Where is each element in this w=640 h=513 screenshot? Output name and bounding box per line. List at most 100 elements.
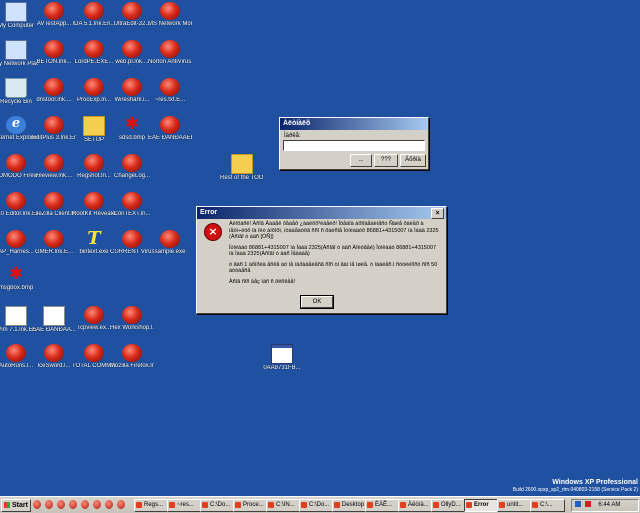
error-paragraph-1: Àëîõàñê! Àñîã Âàäåê ðåäåð ¿àáëõð³ëäåëõ! … [229, 221, 439, 240]
quicklaunch-icon-4[interactable] [69, 500, 77, 509]
desktop-icon-network-monitor[interactable]: MS Network Monitor 3.... [148, 2, 192, 28]
input-dialog: Àëòíàëõ Ìàðêå: ... ??? Àõðìà [279, 117, 429, 170]
desktop-icon-rest-of-tools[interactable]: Rest of the TOOLS [220, 154, 264, 182]
cancel-button[interactable]: Àõðìà [400, 154, 426, 167]
bug-icon [6, 344, 26, 362]
start-label: Start [12, 502, 28, 509]
window-icon [433, 502, 439, 508]
bug-icon [160, 230, 180, 248]
start-button[interactable]: Start [1, 499, 31, 512]
help-button[interactable]: ??? [374, 154, 398, 167]
desktop-icon-label: 0AA8731FB... [263, 365, 301, 371]
desktop-icon-label: FileZilla Client.lnk.E... [32, 211, 76, 217]
quicklaunch-icon-8[interactable] [117, 500, 125, 509]
bug-icon [122, 230, 142, 248]
error-paragraph-4: Àñîã ñîñ âåç ïàñ ñ ðëñêåå! [229, 278, 296, 285]
desktop-icon-label: sample.exe [154, 249, 186, 255]
taskbar-button-alt-task[interactable]: Àëòíà... [398, 499, 433, 512]
clock[interactable]: 6:44 AM [598, 502, 620, 508]
doc-icon [43, 306, 65, 326]
desktop-icon-beton[interactable]: BETON.lnk... [32, 40, 76, 66]
quicklaunch-icon-7[interactable] [105, 500, 113, 509]
desktop-icon-cyr-file[interactable]: ÈÀÊ ÐÀÑÐÅÄ... [32, 306, 76, 334]
quicklaunch-icon-6[interactable] [93, 500, 101, 509]
quicklaunch-icon-3[interactable] [57, 500, 65, 509]
window-icon [202, 502, 208, 508]
desktop-icon-avtestapp[interactable]: AVTestApp... [32, 2, 76, 28]
taskbar-button-res[interactable]: ~res... [167, 499, 202, 512]
taskbar-button-error[interactable]: Error [464, 499, 499, 512]
quicklaunch-icon-5[interactable] [81, 500, 89, 509]
bug-icon [122, 344, 142, 362]
desktop-icon-sample-exe[interactable]: sample.exe [148, 230, 192, 256]
bug-icon [122, 2, 142, 20]
desktop-icon-norton[interactable]: Norton AntiVirus.l... [148, 40, 192, 66]
desktop-icon-label: msgbox.bmp [0, 285, 34, 291]
desktop-icon-context[interactable]: ConTEXT.ln... [110, 192, 154, 218]
desktop-icon-changelog[interactable]: ChangeLog... [110, 154, 154, 180]
input-dialog-titlebar[interactable]: Àëòíàëõ [280, 118, 428, 130]
taskbar-button-label: ÈÀÊ... [375, 502, 393, 508]
taskbar-button-label: Regs... [144, 502, 164, 508]
input-field[interactable] [283, 140, 425, 151]
desktop-icon-icesword[interactable]: IceSword.l... [32, 344, 76, 370]
bug-icon [84, 344, 104, 362]
taskbar-button-proce[interactable]: Proce... [233, 499, 268, 512]
taskbar-button-regs[interactable]: Regs... [134, 499, 169, 512]
taskbar-button-desktop[interactable]: Desktop [332, 499, 367, 512]
taskbar-button-ollydbg[interactable]: OllyD... [431, 499, 466, 512]
taskbar-button-untitled[interactable]: untit... [497, 499, 532, 512]
taskbar-button-label: Error [474, 502, 489, 508]
bug-icon [160, 116, 180, 134]
desktop-icon-hex-workshop[interactable]: Hex Workshop.l... [110, 306, 154, 332]
system-tray: 6:44 AM [571, 499, 639, 512]
taskbar-button-c-do-1[interactable]: C:\Do... [200, 499, 235, 512]
taskbar-button-cyr-task[interactable]: ÈÀÊ... [365, 499, 400, 512]
window-icon [268, 502, 274, 508]
close-icon[interactable]: × [431, 208, 444, 219]
desktop-icon-filezilla[interactable]: FileZilla Client.lnk.E... [32, 192, 76, 218]
desktop-icon-msgbox-bmp[interactable]: ✱ msgbox.bmp [0, 265, 38, 292]
taskbar-button-c-do-2[interactable]: C:\Do... [299, 499, 334, 512]
browse-button[interactable]: ... [350, 154, 372, 167]
bin-icon [5, 78, 27, 98]
window-icon [400, 502, 406, 508]
folder-icon [231, 154, 253, 174]
ok-button[interactable]: OK [300, 295, 334, 309]
desktop-icon-label: MS Network Monitor 3.... [148, 21, 192, 27]
desktop-icon-editplus[interactable]: EditPlus 3.lnk.EnCY... [32, 116, 76, 142]
bug-icon [160, 2, 180, 20]
quicklaunch-icon-2[interactable] [45, 500, 53, 509]
tray-icon[interactable] [575, 501, 581, 508]
desktop-icon-res-txt[interactable]: ~res.txt.E... [148, 78, 192, 104]
window-icon [136, 502, 142, 508]
window-icon [235, 502, 241, 508]
taskbar-button-label: C:\... [540, 502, 553, 508]
taskbar-button-c-last[interactable]: C:\... [530, 499, 565, 512]
desktop-icon-gmer[interactable]: GMER.lnk.E... [32, 230, 76, 256]
error-dialog-title: Error [200, 209, 218, 216]
bug-icon [44, 116, 64, 134]
desktop-icon-label: BETON.lnk... [36, 59, 72, 65]
taskbar-button-label: Àëòíà... [408, 502, 429, 508]
desktop-icon-mozilla-firefox[interactable]: Mozilla Firefox.lnk... [110, 344, 154, 370]
bug-icon [6, 192, 26, 210]
desktop-icon-fileview[interactable]: Fileview.lnk.... [32, 154, 76, 180]
bug-icon [44, 344, 64, 362]
error-dialog-titlebar[interactable]: Error × [197, 207, 446, 219]
error-message: Àëîõàñê! Àñîã Âàäåê ðåäåð ¿àáëõð³ëäåëõ! … [229, 221, 439, 285]
bug-icon [122, 192, 142, 210]
tray-icon[interactable] [584, 501, 591, 508]
quicklaunch-icon-1[interactable] [33, 500, 41, 509]
desktop-icon-file-0aa[interactable]: 0AA8731FB... [260, 344, 304, 372]
taskbar-button-c-in[interactable]: C:\IN... [266, 499, 301, 512]
bug-icon [84, 306, 104, 324]
desktop-icon-cyr-folder[interactable]: ÈÀÊ ÐÀÑÐÅÄÈËÊ [148, 116, 192, 142]
tbig-icon: T [87, 228, 101, 249]
window-icon [367, 502, 373, 508]
taskbar-button-label: ~res... [177, 502, 194, 508]
desktop-icon-dnstool[interactable]: dnstool.lnk.... [32, 78, 76, 104]
thumb-icon [271, 344, 293, 364]
taskbar-button-label: Desktop [342, 502, 365, 508]
taskbar-button-label: C:\Do... [309, 502, 330, 508]
